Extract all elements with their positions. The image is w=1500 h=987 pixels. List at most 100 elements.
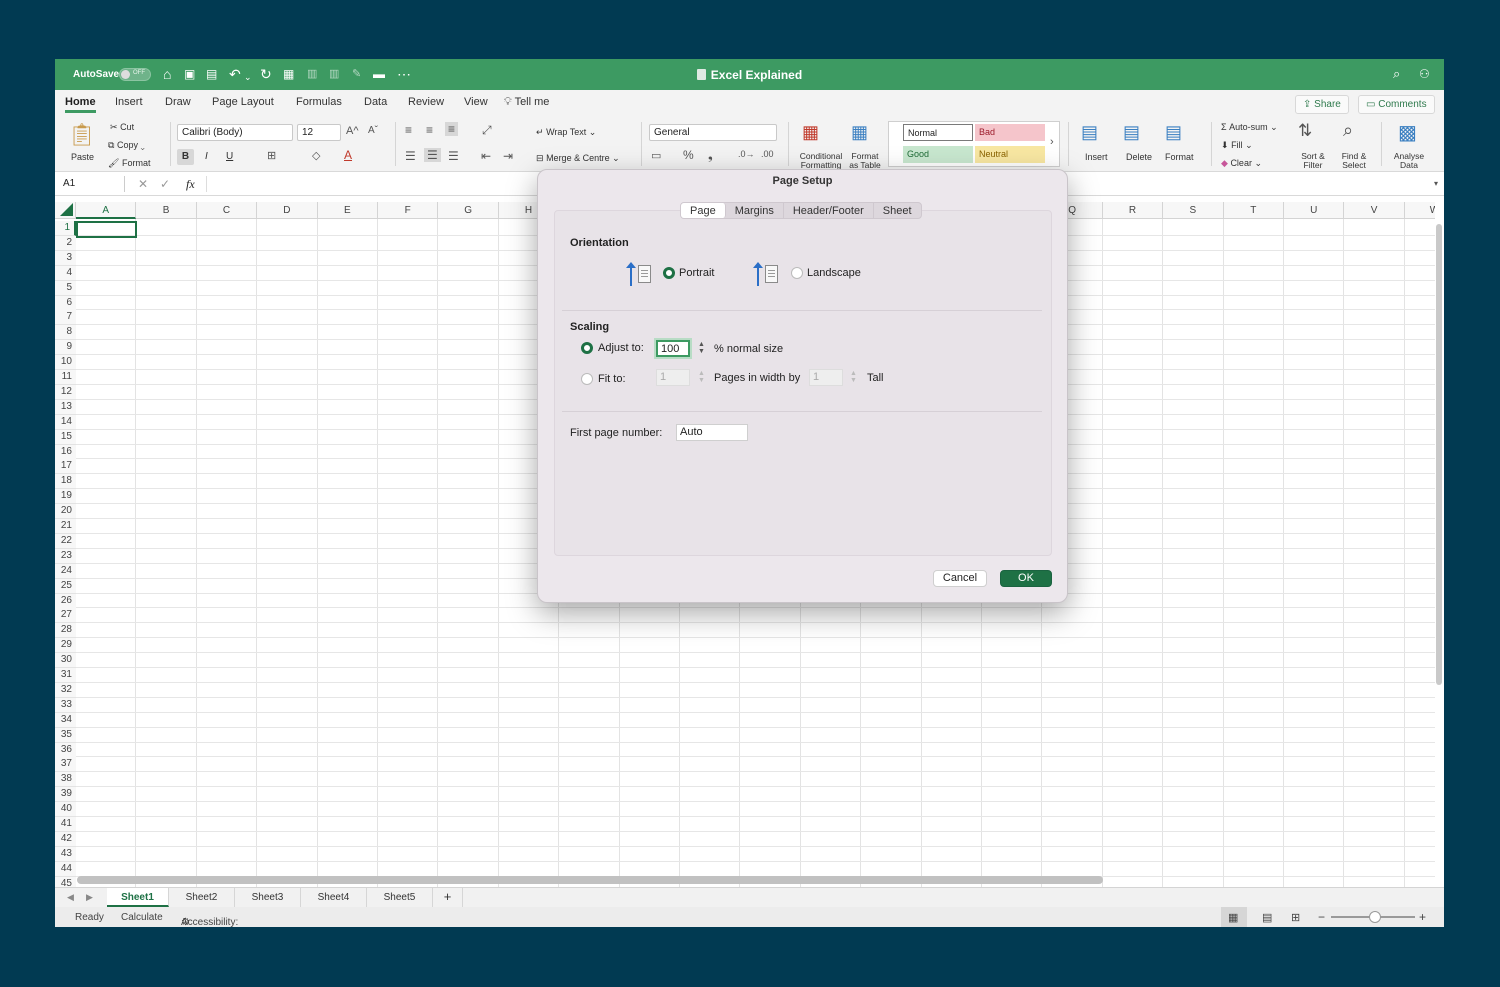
adjust-to-radio[interactable] [581,342,593,354]
landscape-radio[interactable] [791,267,803,279]
analyse-data-button[interactable]: Analyse Data [1391,152,1427,170]
check-icon[interactable]: ✓ [160,177,170,191]
increase-indent-icon[interactable]: ⇥ [503,149,513,163]
row-header[interactable]: 10 [55,355,76,371]
row-header[interactable]: 4 [55,265,76,281]
tab-insert[interactable]: Insert [115,96,143,108]
underline-button[interactable]: U [226,151,233,162]
tab-review[interactable]: Review [408,96,444,108]
row-header[interactable]: 39 [55,787,76,803]
merge-centre-button[interactable]: ⊟ Merge & Centre ⌄ [536,153,620,164]
row-header[interactable]: 19 [55,489,76,505]
first-page-number-input[interactable]: Auto [676,424,748,441]
sheet-tab-sheet2[interactable]: Sheet2 [169,888,235,907]
column-header-e[interactable]: E [317,202,378,219]
row-header[interactable]: 23 [55,548,76,564]
paste-icon[interactable]: 📋︎ [68,122,96,148]
row-header[interactable]: 1 [55,221,76,236]
page-break-view-icon[interactable]: ⊞ [1291,911,1300,924]
row-header[interactable]: 3 [55,250,76,266]
insert-cells-icon[interactable]: ▤ [1081,122,1098,143]
landscape-label[interactable]: Landscape [807,267,861,279]
sheet-tab-sheet3[interactable]: Sheet3 [235,888,301,907]
sheet-tab-sheet1[interactable]: Sheet1 [107,888,169,907]
ok-button[interactable]: OK [1000,570,1052,587]
row-header[interactable]: 8 [55,325,76,341]
tab-formulas[interactable]: Formulas [296,96,342,108]
adjust-to-label[interactable]: Adjust to: [598,342,644,354]
bold-button[interactable]: B [177,149,194,165]
chevron-right-icon[interactable]: › [1050,136,1054,148]
row-header[interactable]: 17 [55,459,76,475]
tell-me[interactable]: 💡︎ Tell me [504,96,549,109]
align-center-icon[interactable]: ☰ [424,148,441,162]
increase-decimal-icon[interactable]: .0→ [738,149,755,159]
number-format-select[interactable]: General [649,124,777,141]
align-top-icon[interactable]: ≡ [405,123,412,137]
cancel-button[interactable]: Cancel [933,570,987,587]
comma-button[interactable]: ❟ [708,148,713,163]
row-header[interactable]: 43 [55,846,76,862]
cut-button[interactable]: ✂ Cut [110,122,134,133]
column-header-r[interactable]: R [1102,202,1164,219]
tab-margins[interactable]: Margins [726,203,784,218]
sheet-tab-sheet5[interactable]: Sheet5 [367,888,433,907]
row-header[interactable]: 26 [55,593,76,609]
row-header[interactable]: 40 [55,802,76,818]
fit-width-input[interactable]: 1 [656,369,690,386]
vertical-scrollbar[interactable] [1436,224,1442,685]
format-cells-icon[interactable]: ▤ [1165,122,1182,143]
percent-button[interactable]: % [683,148,694,162]
fx-icon[interactable]: fx [186,177,195,192]
format-as-table-button[interactable]: Format as Table [848,152,882,170]
column-header-s[interactable]: S [1163,202,1224,219]
adjust-to-input[interactable]: 100 [656,340,690,357]
cancel-icon[interactable]: ✕ [138,177,148,191]
row-header[interactable]: 30 [55,653,76,669]
column-header-c[interactable]: C [196,202,258,219]
row-header[interactable]: 12 [55,384,76,400]
autosum-button[interactable]: Σ Auto-sum ⌄ [1221,122,1278,133]
align-bottom-icon[interactable]: ≡ [445,122,459,136]
style-normal[interactable]: Normal [903,124,973,141]
fit-width-stepper[interactable]: ▲ ▼ [698,370,706,384]
row-header[interactable]: 36 [55,742,76,758]
account-icon[interactable]: ⚇ [1419,66,1430,82]
status-calculate[interactable]: Calculate [121,912,163,923]
zoom-slider-thumb[interactable] [1369,911,1381,923]
portrait-label[interactable]: Portrait [679,267,714,279]
row-header[interactable]: 38 [55,772,76,788]
select-all-button[interactable] [55,202,76,219]
sheet-tab-sheet4[interactable]: Sheet4 [301,888,367,907]
borders-icon[interactable]: ⊞ [267,149,276,162]
sort-filter-button[interactable]: Sort & Filter [1298,152,1328,170]
row-header[interactable]: 11 [55,370,76,385]
align-left-icon[interactable]: ☰ [405,149,416,163]
column-header-u[interactable]: U [1284,202,1345,219]
adjust-to-stepper[interactable]: ▲ ▼ [698,341,706,355]
row-header[interactable]: 44 [55,861,76,877]
row-header[interactable]: 42 [55,831,76,847]
tab-sheet[interactable]: Sheet [874,203,921,218]
row-header[interactable]: 15 [55,429,76,445]
horizontal-scrollbar[interactable] [77,876,1103,884]
analyse-data-icon[interactable]: ▩ [1398,120,1417,145]
align-middle-icon[interactable]: ≡ [426,123,433,137]
tab-draw[interactable]: Draw [165,96,191,108]
fit-to-radio[interactable] [581,373,593,385]
fit-to-label[interactable]: Fit to: [598,373,626,385]
wrap-text-button[interactable]: ↵ Wrap Text ⌄ [536,127,596,138]
style-good[interactable]: Good [903,146,973,163]
font-name-select[interactable]: Calibri (Body) [177,124,293,141]
find-select-icon[interactable]: ⌕ [1343,120,1353,141]
add-sheet-button[interactable]: + [433,888,463,907]
column-header-w[interactable]: W [1404,202,1435,219]
format-painter-button[interactable]: 🖌︎ Format [108,158,150,169]
delete-cells-button[interactable]: Delete [1126,152,1152,162]
column-header-t[interactable]: T [1223,202,1284,219]
row-header[interactable]: 45 [55,876,76,887]
row-header[interactable]: 9 [55,340,76,356]
scroll-right-icon[interactable]: ▶ [86,892,93,903]
orientation-icon[interactable]: ⤢ [482,123,492,138]
row-header[interactable]: 32 [55,682,76,698]
